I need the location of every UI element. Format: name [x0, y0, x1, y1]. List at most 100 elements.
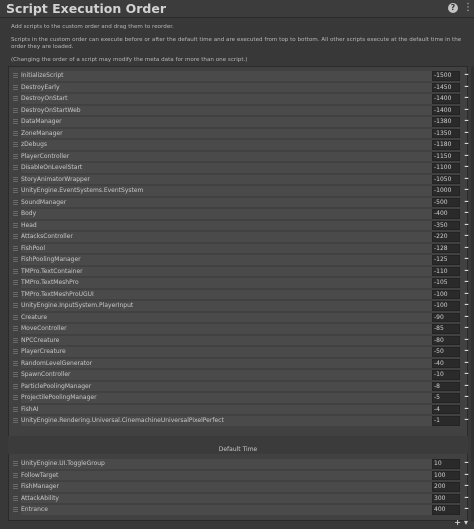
script-row[interactable]: FishAI -4–: [8, 404, 471, 416]
script-row[interactable]: DisableOnLevelStart -1100–: [8, 162, 471, 174]
drag-handle-icon[interactable]: [13, 245, 18, 252]
script-row[interactable]: DestroyEarly -1450–: [8, 82, 471, 94]
execution-order-field[interactable]: -90: [432, 312, 460, 322]
drag-handle-icon[interactable]: [13, 484, 18, 490]
remove-script-button[interactable]: –: [463, 324, 470, 334]
add-script-button[interactable]: +: [454, 519, 461, 527]
drag-handle-icon[interactable]: [13, 96, 18, 102]
drag-handle-icon[interactable]: [13, 406, 18, 413]
drag-handle-icon[interactable]: [13, 303, 18, 309]
execution-order-field[interactable]: -5: [432, 393, 460, 403]
drag-handle-icon[interactable]: [13, 211, 18, 217]
execution-order-field[interactable]: 200: [432, 482, 460, 492]
drag-handle-icon[interactable]: [13, 153, 18, 160]
execution-order-field[interactable]: -1400: [432, 94, 460, 104]
execution-order-field[interactable]: -85: [432, 324, 460, 334]
script-row[interactable]: zDebugs -1180–: [8, 139, 471, 151]
execution-order-field[interactable]: -100: [432, 301, 460, 311]
script-row[interactable]: UnityEngine.EventSystems.EventSystem -100…: [8, 185, 471, 197]
execution-order-field[interactable]: -500: [432, 197, 460, 207]
remove-script-button[interactable]: –: [463, 209, 470, 219]
drag-handle-icon[interactable]: [13, 222, 18, 229]
settings-menu-icon[interactable]: ⋮: [463, 3, 473, 13]
remove-script-button[interactable]: –: [463, 151, 470, 162]
remove-script-button[interactable]: –: [463, 312, 470, 323]
execution-order-field[interactable]: -1180: [432, 140, 460, 150]
add-script-dropdown-icon[interactable]: ▾: [464, 519, 468, 527]
execution-order-field[interactable]: -80: [432, 335, 460, 345]
drag-handle-icon[interactable]: [13, 280, 18, 286]
drag-handle-icon[interactable]: [13, 84, 18, 91]
execution-order-field[interactable]: -10: [432, 370, 460, 380]
script-row[interactable]: MoveController -85–: [8, 323, 471, 335]
drag-handle-icon[interactable]: [13, 372, 18, 378]
execution-order-field[interactable]: -105: [432, 278, 460, 288]
script-row[interactable]: FishPoolingManager -125–: [8, 254, 471, 266]
execution-order-field[interactable]: -400: [432, 209, 460, 219]
execution-order-field[interactable]: -1000: [432, 186, 460, 196]
remove-script-button[interactable]: –: [463, 416, 470, 426]
remove-script-button[interactable]: –: [463, 255, 470, 265]
drag-handle-icon[interactable]: [13, 188, 18, 194]
drag-handle-icon[interactable]: [13, 130, 18, 137]
remove-script-button[interactable]: –: [463, 493, 470, 504]
drag-handle-icon[interactable]: [13, 472, 18, 479]
script-row[interactable]: TMPro.TextMeshPro -105–: [8, 277, 471, 289]
execution-order-field[interactable]: -1: [432, 416, 460, 426]
remove-script-button[interactable]: –: [463, 128, 470, 139]
script-row[interactable]: ParticlePoolingManager -8–: [8, 381, 471, 393]
remove-script-button[interactable]: –: [463, 243, 470, 254]
script-row[interactable]: PlayerCreature -50–: [8, 346, 471, 358]
script-row[interactable]: InitializeScript -1500–: [8, 70, 471, 82]
script-row[interactable]: SpawnController -10–: [8, 369, 471, 381]
drag-handle-icon[interactable]: [13, 395, 18, 401]
execution-order-field[interactable]: -350: [432, 220, 460, 230]
remove-script-button[interactable]: –: [463, 117, 470, 127]
script-row[interactable]: ZoneManager -1350–: [8, 128, 471, 140]
help-icon[interactable]: ?: [448, 3, 458, 13]
script-row[interactable]: DestroyOnStartWeb -1400–: [8, 105, 471, 117]
remove-script-button[interactable]: –: [463, 381, 470, 392]
remove-script-button[interactable]: –: [463, 335, 470, 346]
remove-script-button[interactable]: –: [463, 289, 470, 300]
remove-script-button[interactable]: –: [463, 232, 470, 242]
execution-order-field[interactable]: -1500: [432, 71, 460, 81]
script-row[interactable]: TMPro.TextContainer -110–: [8, 266, 471, 278]
drag-handle-icon[interactable]: [13, 234, 18, 240]
execution-order-field[interactable]: -8: [432, 381, 460, 391]
script-row[interactable]: UnityEngine.UI.ToggleGroup 10–: [8, 458, 471, 470]
execution-order-field[interactable]: -1400: [432, 105, 460, 115]
remove-script-button[interactable]: –: [463, 186, 470, 196]
script-row[interactable]: FishPool -128–: [8, 243, 471, 255]
script-row[interactable]: RandomLevelGenerator -40–: [8, 358, 471, 370]
drag-handle-icon[interactable]: [13, 461, 18, 467]
drag-handle-icon[interactable]: [13, 268, 18, 275]
drag-handle-icon[interactable]: [13, 176, 18, 183]
execution-order-field[interactable]: -40: [432, 358, 460, 368]
script-row[interactable]: DataManager -1380–: [8, 116, 471, 128]
drag-handle-icon[interactable]: [13, 291, 18, 298]
execution-order-field[interactable]: -1350: [432, 128, 460, 138]
script-row[interactable]: FishManager 200–: [8, 481, 471, 493]
execution-order-field[interactable]: -1050: [432, 174, 460, 184]
execution-order-field[interactable]: -220: [432, 232, 460, 242]
remove-script-button[interactable]: –: [463, 459, 470, 469]
drag-handle-icon[interactable]: [13, 107, 18, 114]
drag-handle-icon[interactable]: [13, 349, 18, 355]
script-row[interactable]: ProjectilePoolingManager -5–: [8, 392, 471, 404]
execution-order-field[interactable]: -128: [432, 243, 460, 253]
script-row[interactable]: TMPro.TextMeshProUGUI -100–: [8, 289, 471, 301]
remove-script-button[interactable]: –: [463, 220, 470, 231]
drag-handle-icon[interactable]: [13, 507, 18, 513]
remove-script-button[interactable]: –: [463, 347, 470, 357]
execution-order-field[interactable]: 100: [432, 470, 460, 480]
execution-order-field[interactable]: 400: [432, 505, 460, 515]
remove-script-button[interactable]: –: [463, 393, 470, 403]
execution-order-field[interactable]: -110: [432, 266, 460, 276]
execution-order-field[interactable]: -1380: [432, 117, 460, 127]
script-row[interactable]: Creature -90–: [8, 312, 471, 324]
remove-script-button[interactable]: –: [463, 94, 470, 104]
remove-script-button[interactable]: –: [463, 71, 470, 81]
remove-script-button[interactable]: –: [463, 482, 470, 492]
remove-script-button[interactable]: –: [463, 358, 470, 369]
